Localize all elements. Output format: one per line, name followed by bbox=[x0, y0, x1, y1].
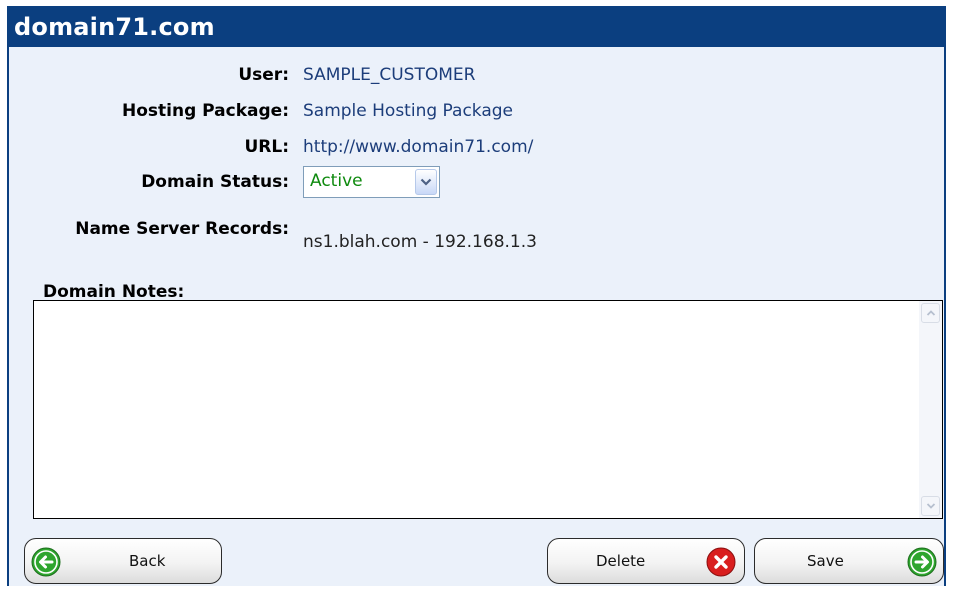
url-value: http://www.domain71.com/ bbox=[303, 137, 534, 157]
notes-scrollbar[interactable] bbox=[919, 301, 942, 518]
delete-button-label: Delete bbox=[596, 552, 646, 570]
title-bar: domain71.com bbox=[9, 6, 944, 47]
name-server-records-label: Name Server Records: bbox=[75, 219, 289, 239]
user-label: User: bbox=[238, 65, 289, 85]
save-button-label: Save bbox=[807, 552, 844, 570]
scroll-down-icon[interactable] bbox=[921, 496, 940, 516]
domain-details-panel: domain71.com User: SAMPLE_CUSTOMER Hosti… bbox=[7, 6, 946, 586]
user-value: SAMPLE_CUSTOMER bbox=[303, 65, 476, 85]
x-circle-icon bbox=[706, 547, 736, 577]
save-button[interactable]: Save bbox=[754, 538, 944, 584]
name-server-records-value: ns1.blah.com - 192.168.1.3 bbox=[303, 232, 537, 252]
hosting-package-value: Sample Hosting Package bbox=[303, 101, 514, 121]
url-label: URL: bbox=[244, 137, 289, 157]
delete-button[interactable]: Delete bbox=[547, 538, 745, 584]
hosting-package-label: Hosting Package: bbox=[122, 101, 289, 121]
domain-status-value: Active bbox=[310, 171, 363, 191]
arrow-left-circle-icon bbox=[31, 547, 61, 577]
back-button[interactable]: Back bbox=[24, 538, 222, 584]
page-title: domain71.com bbox=[14, 13, 215, 41]
arrow-right-circle-icon bbox=[907, 547, 937, 577]
domain-status-select[interactable]: Active bbox=[303, 166, 440, 198]
domain-status-label: Domain Status: bbox=[141, 172, 289, 192]
domain-notes-textarea[interactable] bbox=[33, 300, 943, 519]
back-button-label: Back bbox=[129, 552, 166, 570]
chevron-down-icon[interactable] bbox=[415, 169, 437, 195]
domain-notes-label: Domain Notes: bbox=[43, 282, 185, 302]
scroll-up-icon[interactable] bbox=[921, 303, 940, 323]
